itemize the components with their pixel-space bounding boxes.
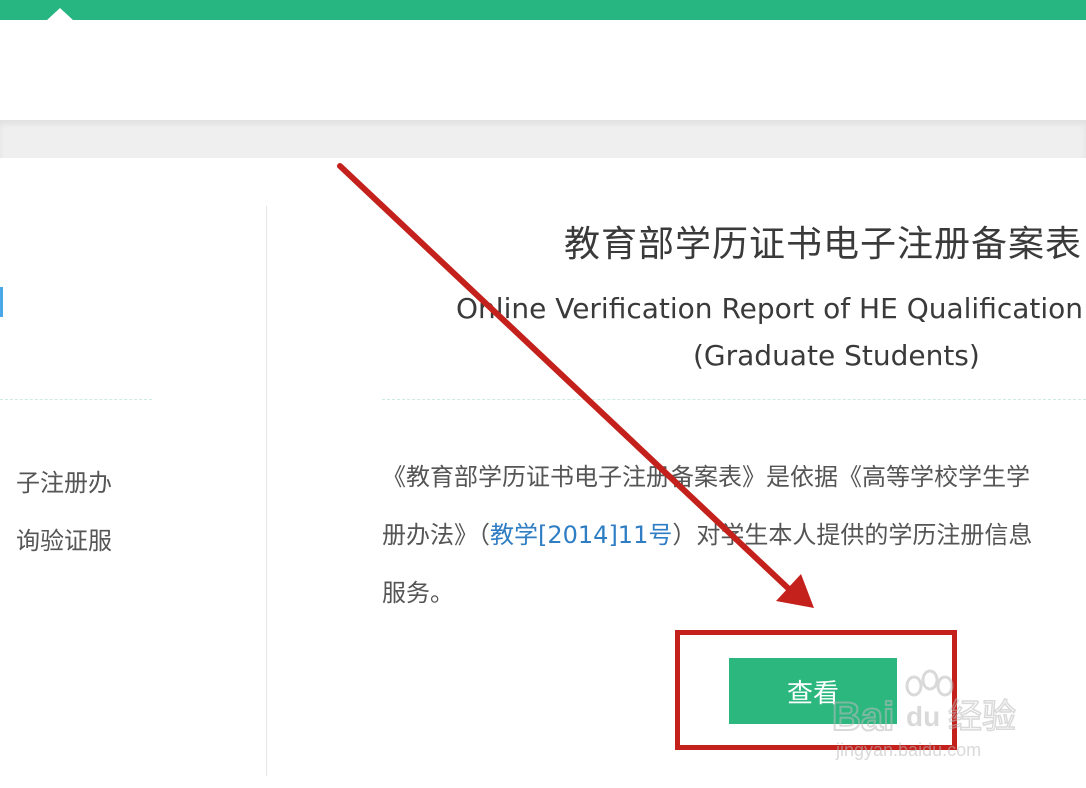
left-card-description: 子注册办 询验证服: [16, 454, 112, 570]
header-area: [0, 20, 1086, 120]
left-card-line-1: 子注册办: [16, 469, 112, 497]
section-separator: [0, 120, 1086, 158]
left-card-accent: [0, 287, 3, 317]
desc-text-1: 《教育部学历证书电子注册备案表》是依据《高等学校学生学: [382, 463, 1030, 491]
card-divider: [382, 399, 1086, 400]
top-nav-bar: [0, 0, 1086, 21]
card-title: 教育部学历证书电子注册备案表: [564, 224, 1083, 265]
regulation-link[interactable]: 教学[2014]11号: [490, 521, 672, 549]
card-subtitle-line-2: (Graduate Students): [693, 339, 980, 372]
left-card-line-2: 询验证服: [16, 527, 112, 555]
annotation-highlight-box: [675, 630, 957, 750]
desc-text-4: 服务。: [382, 579, 454, 607]
card-vertical-divider: [266, 206, 267, 776]
desc-text-2: 册办法》（: [382, 521, 490, 549]
desc-text-3: ）对学生本人提供的学历注册信息: [672, 521, 1033, 549]
left-card-divider: [0, 399, 152, 400]
card-subtitle: Online Verification Report of HE Qualifi…: [456, 292, 1086, 325]
card-description: 《教育部学历证书电子注册备案表》是依据《高等学校学生学 册办法》（教学[2014…: [382, 448, 1086, 622]
